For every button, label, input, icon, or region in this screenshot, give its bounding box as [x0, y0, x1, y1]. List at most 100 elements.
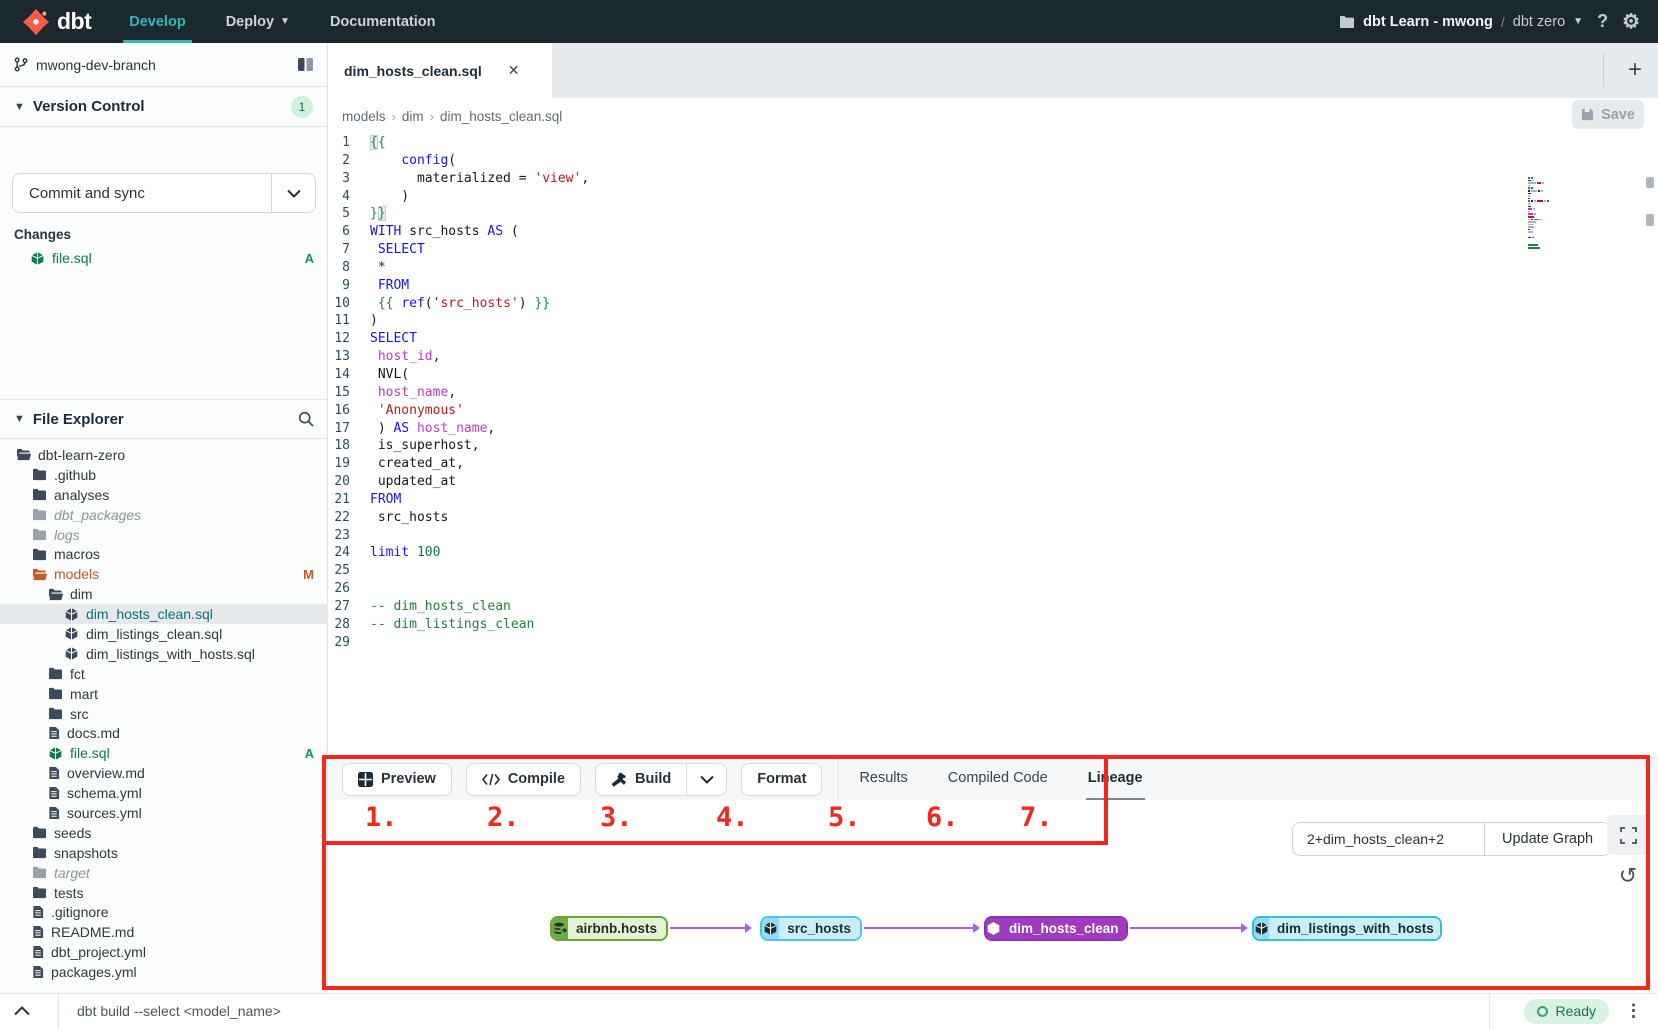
tree-item-logs[interactable]: logs [0, 525, 328, 545]
tree-item-schema.yml[interactable]: schema.yml [0, 783, 328, 803]
tree-item-.gitignore[interactable]: .gitignore [0, 902, 328, 922]
code-editor[interactable]: 1234567891011121314151617181920212223242… [328, 134, 1658, 757]
tree-item-dim[interactable]: dim [0, 584, 328, 604]
environment-name[interactable]: dbt zero [1513, 14, 1565, 30]
nav-develop[interactable]: Develop [129, 0, 185, 43]
file-explorer-header[interactable]: ▼ File Explorer [0, 399, 328, 439]
tab-compiled-code[interactable]: Compiled Code [946, 758, 1050, 801]
tree-item-dbt-learn-zero[interactable]: dbt-learn-zero [0, 445, 328, 465]
tree-item-analyses[interactable]: analyses [0, 485, 328, 505]
folder-icon [32, 866, 47, 879]
tree-item-tests[interactable]: tests [0, 883, 328, 903]
scrollbar-thumb[interactable] [1646, 177, 1654, 188]
tree-item-models[interactable]: modelsM [0, 564, 328, 584]
tree-item-docs.md[interactable]: docs.md [0, 723, 328, 743]
close-icon[interactable]: ✕ [508, 62, 520, 79]
top-navbar: dbt Develop Deploy▼ Documentation dbt Le… [0, 0, 1658, 43]
tree-item-dim_hosts_clean.sql[interactable]: dim_hosts_clean.sql [0, 604, 328, 624]
new-tab-button[interactable]: + [1620, 55, 1650, 85]
nav-documentation[interactable]: Documentation [330, 0, 436, 43]
tree-item-sources.yml[interactable]: sources.yml [0, 803, 328, 823]
tree-item-packages.yml[interactable]: packages.yml [0, 962, 328, 982]
file-tree: dbt-learn-zero.githubanalysesdbt_package… [0, 445, 328, 982]
breadcrumb-models[interactable]: models [342, 109, 386, 124]
tree-item-dbt_packages[interactable]: dbt_packages [0, 505, 328, 525]
lineage-selector-input[interactable]: 2+dim_hosts_clean+2 [1293, 823, 1484, 855]
tree-item-src[interactable]: src [0, 704, 328, 724]
status-bar: dbt build --select <model_name> Ready ⋮ [0, 993, 1658, 1028]
tab-dim-hosts-clean[interactable]: dim_hosts_clean.sql ✕ [328, 43, 552, 98]
tree-item-label: logs [54, 527, 80, 543]
nav-deploy[interactable]: Deploy▼ [226, 0, 290, 43]
tab-lineage[interactable]: Lineage [1086, 758, 1145, 801]
tree-item-README.md[interactable]: README.md [0, 922, 328, 942]
database-icon [552, 918, 568, 939]
tree-item-mart[interactable]: mart [0, 684, 328, 704]
version-control-header[interactable]: ▼ Version Control 1 [0, 87, 327, 127]
fullscreen-icon[interactable] [1607, 815, 1649, 855]
breadcrumb: models › dim › dim_hosts_clean.sql [342, 98, 562, 134]
project-breadcrumb[interactable]: dbt Learn - mwong / dbt zero ▼ [1339, 14, 1583, 30]
editor-minimap[interactable] [1528, 177, 1576, 252]
command-input[interactable]: dbt build --select <model_name> [77, 1003, 281, 1019]
lineage-node-src_hosts[interactable]: src_hosts [760, 916, 862, 941]
code-line: WITH src_hosts AS ( [370, 223, 1518, 241]
project-separator: / [1501, 14, 1505, 30]
tree-item-macros[interactable]: macros [0, 544, 328, 564]
compile-button[interactable]: Compile [466, 763, 581, 796]
file-icon [32, 925, 44, 939]
status-badge[interactable]: Ready [1524, 999, 1609, 1024]
tree-item-.github[interactable]: .github [0, 465, 328, 485]
commit-and-sync-button[interactable]: Commit and sync [12, 173, 316, 213]
code-line: FROM [370, 491, 1518, 509]
chevron-down-icon: ▼ [14, 101, 25, 113]
scrollbar-thumb[interactable] [1646, 214, 1654, 226]
commit-options-dropdown[interactable] [271, 174, 315, 212]
build-options-dropdown[interactable] [686, 764, 726, 795]
tree-item-file.sql[interactable]: file.sqlA [0, 743, 328, 763]
chevron-up-icon[interactable] [14, 1006, 30, 1016]
lineage-node-airbnb.hosts[interactable]: airbnb.hosts [550, 916, 668, 941]
tree-item-dbt_project.yml[interactable]: dbt_project.yml [0, 942, 328, 962]
tree-item-seeds[interactable]: seeds [0, 823, 328, 843]
tree-item-dim_listings_with_hosts.sql[interactable]: dim_listings_with_hosts.sql [0, 644, 328, 664]
build-button[interactable]: Build [596, 764, 686, 795]
dbt-logo[interactable]: dbt [22, 8, 91, 36]
branch-row[interactable]: mwong-dev-branch [0, 43, 327, 87]
status-dot-icon [1537, 1006, 1548, 1017]
code-line: 'Anonymous' [370, 402, 1518, 420]
tree-item-target[interactable]: target [0, 863, 328, 883]
code-line: NVL( [370, 366, 1518, 384]
tree-item-snapshots[interactable]: snapshots [0, 843, 328, 863]
update-graph-button[interactable]: Update Graph [1484, 823, 1610, 855]
kebab-menu-icon[interactable]: ⋮ [1625, 1001, 1642, 1021]
panel-toggle-icon[interactable] [298, 58, 313, 71]
preview-button[interactable]: Preview [342, 763, 452, 796]
search-icon[interactable] [298, 411, 314, 427]
folder-icon [32, 508, 47, 521]
folder-icon [48, 687, 63, 700]
changed-file-row[interactable]: file.sql A [0, 247, 328, 269]
code-line: is_superhost, [370, 437, 1518, 455]
change-status-badge: A [305, 251, 314, 266]
breadcrumb-dim[interactable]: dim [402, 109, 424, 124]
breadcrumb-file[interactable]: dim_hosts_clean.sql [440, 109, 562, 124]
line-number: 8 [328, 259, 350, 277]
reset-view-icon[interactable]: ↺ [1607, 858, 1649, 894]
chevron-right-icon: › [430, 109, 434, 124]
lineage-node-dim_listings_with_hosts[interactable]: dim_listings_with_hosts [1252, 916, 1442, 941]
tree-item-dim_listings_clean.sql[interactable]: dim_listings_clean.sql [0, 624, 328, 644]
tree-item-label: dim_hosts_clean.sql [86, 606, 213, 622]
code-lines[interactable]: {{ config( materialized = 'view', )}}WIT… [370, 134, 1518, 651]
tree-item-fct[interactable]: fct [0, 664, 328, 684]
help-icon[interactable]: ? [1597, 11, 1608, 32]
code-line: updated_at [370, 473, 1518, 491]
tree-item-overview.md[interactable]: overview.md [0, 763, 328, 783]
save-button[interactable]: Save [1572, 100, 1644, 129]
result-tabs: Results Compiled Code Lineage [857, 758, 1144, 801]
tab-results[interactable]: Results [857, 758, 909, 801]
gear-icon[interactable]: ⚙ [1622, 9, 1640, 34]
lineage-node-dim_hosts_clean[interactable]: dim_hosts_clean [984, 916, 1128, 941]
line-number: 22 [328, 509, 350, 527]
format-button[interactable]: Format [741, 763, 822, 796]
